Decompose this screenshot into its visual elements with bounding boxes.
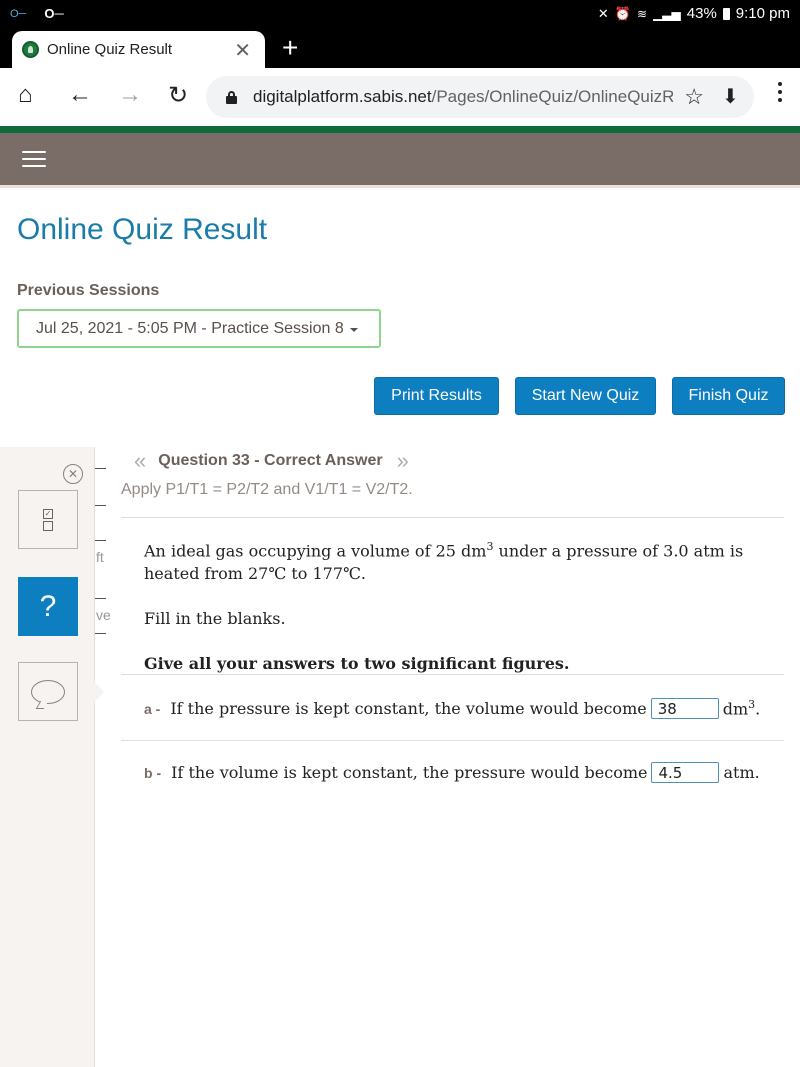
answer-text: If the volume is kept constant, the pres… (171, 763, 648, 782)
back-arrow-icon[interactable]: ← (68, 81, 92, 109)
divider (121, 674, 784, 675)
alarm-icon: ⏰ (614, 5, 632, 21)
url-path: /Pages/OnlineQuiz/OnlineQuizR (431, 87, 673, 106)
question-note: Give all your answers to two significant… (144, 654, 570, 674)
header-shadow (0, 185, 800, 188)
answer-unit: dm3. (723, 698, 761, 718)
status-bar: O─ O─ ✕ ⏰ ≋ ▁▃▅ 43% 9:10 pm (0, 0, 800, 28)
checklist-icon: ✓ (43, 508, 53, 531)
divider (121, 517, 784, 518)
vpn-key-icon: O─ (10, 7, 27, 20)
mute-vibrate-icon: ✕ (597, 5, 609, 21)
answer-text: If the pressure is kept constant, the vo… (170, 699, 647, 718)
hidden-divider (95, 598, 106, 599)
hidden-text: ve (96, 607, 111, 623)
previous-question-icon[interactable]: « (134, 448, 146, 474)
hamburger-menu-icon[interactable] (22, 151, 46, 172)
wifi-icon: ≋ (637, 6, 648, 21)
question-instruction: Fill in the blanks. (144, 609, 286, 629)
session-dropdown[interactable]: Jul 25, 2021 - 5:05 PM - Practice Sessio… (17, 309, 381, 348)
tab-title: Online Quiz Result (47, 41, 173, 58)
page-title: Online Quiz Result (17, 213, 268, 246)
tab-strip: Online Quiz Result ✕ + (0, 28, 800, 68)
lock-icon (226, 90, 237, 104)
checklist-button[interactable]: ✓ (18, 490, 78, 549)
question-body: An ideal gas occupying a volume of 25 dm… (144, 535, 764, 697)
panel-pointer (94, 681, 104, 703)
question-hint: Apply P1/T1 = P2/T2 and V1/T1 = V2/T2. (121, 481, 413, 498)
key-icon: O─ (44, 6, 64, 21)
new-tab-button[interactable]: + (282, 32, 298, 64)
question-title: Question 33 - Correct Answer (158, 452, 383, 469)
reload-icon[interactable]: ↻ (168, 81, 188, 110)
hidden-divider (95, 468, 106, 469)
finish-quiz-button[interactable]: Finish Quiz (672, 377, 785, 415)
unit-end: . (755, 699, 761, 719)
help-button[interactable]: ? (18, 577, 78, 636)
chevron-down-icon (349, 327, 358, 332)
browser-toolbar: ⌂ ← → ↻ digitalplatform.sabis.net/Pages/… (0, 68, 800, 126)
divider (121, 740, 784, 741)
session-dropdown-value: Jul 25, 2021 - 5:05 PM - Practice Sessio… (36, 319, 344, 337)
answer-unit: atm. (723, 763, 760, 782)
tab-close-icon[interactable]: ✕ (234, 38, 251, 63)
question-navigation: « Question 33 - Correct Answer » (134, 448, 409, 474)
sabis-favicon-icon (22, 41, 39, 58)
panel-close-icon[interactable]: ✕ (63, 464, 83, 484)
answer-letter: b - (144, 764, 162, 781)
answer-row-a: a - If the pressure is kept constant, th… (144, 698, 760, 719)
question-mark-icon: ? (39, 589, 57, 623)
url-text[interactable]: digitalplatform.sabis.net/Pages/OnlineQu… (253, 87, 673, 107)
previous-sessions-label: Previous Sessions (17, 282, 160, 299)
browser-menu-icon[interactable] (778, 82, 782, 106)
signal-icon: ▁▃▅ (653, 6, 681, 21)
bookmark-star-icon[interactable]: ☆ (684, 84, 704, 110)
brand-stripe (0, 126, 800, 133)
home-icon[interactable]: ⌂ (18, 81, 33, 109)
answer-input-a[interactable] (650, 698, 719, 719)
answer-row-b: b - If the volume is kept constant, the … (144, 762, 760, 783)
hidden-divider (95, 540, 106, 541)
hidden-divider (95, 505, 106, 506)
hidden-divider (95, 633, 106, 634)
question-stem: An ideal gas occupying a volume of 25 dm… (144, 535, 764, 585)
answer-letter: a - (144, 700, 161, 717)
hidden-text: ft (96, 549, 104, 565)
answer-input-b[interactable] (651, 762, 720, 783)
stem-text: An ideal gas occupying a volume of 25 dm (144, 541, 487, 561)
speech-bubble-icon (31, 679, 65, 704)
battery-icon (722, 7, 730, 20)
side-tool-panel: ✕ ✓ ? (0, 447, 95, 1067)
next-question-icon[interactable]: » (397, 448, 409, 474)
address-bar[interactable]: digitalplatform.sabis.net/Pages/OnlineQu… (206, 76, 754, 118)
start-new-quiz-button[interactable]: Start New Quiz (515, 377, 656, 415)
comment-button[interactable] (18, 662, 78, 721)
forward-arrow-icon[interactable]: → (118, 81, 142, 109)
site-header (0, 133, 800, 185)
browser-tab[interactable]: Online Quiz Result ✕ (12, 31, 265, 68)
url-domain: digitalplatform.sabis.net (253, 87, 432, 106)
print-results-button[interactable]: Print Results (374, 377, 499, 415)
unit-text: dm (722, 699, 749, 719)
battery-percent: 43% (686, 5, 717, 22)
clock: 9:10 pm (735, 5, 790, 22)
download-icon[interactable]: ⬇ (722, 84, 739, 109)
